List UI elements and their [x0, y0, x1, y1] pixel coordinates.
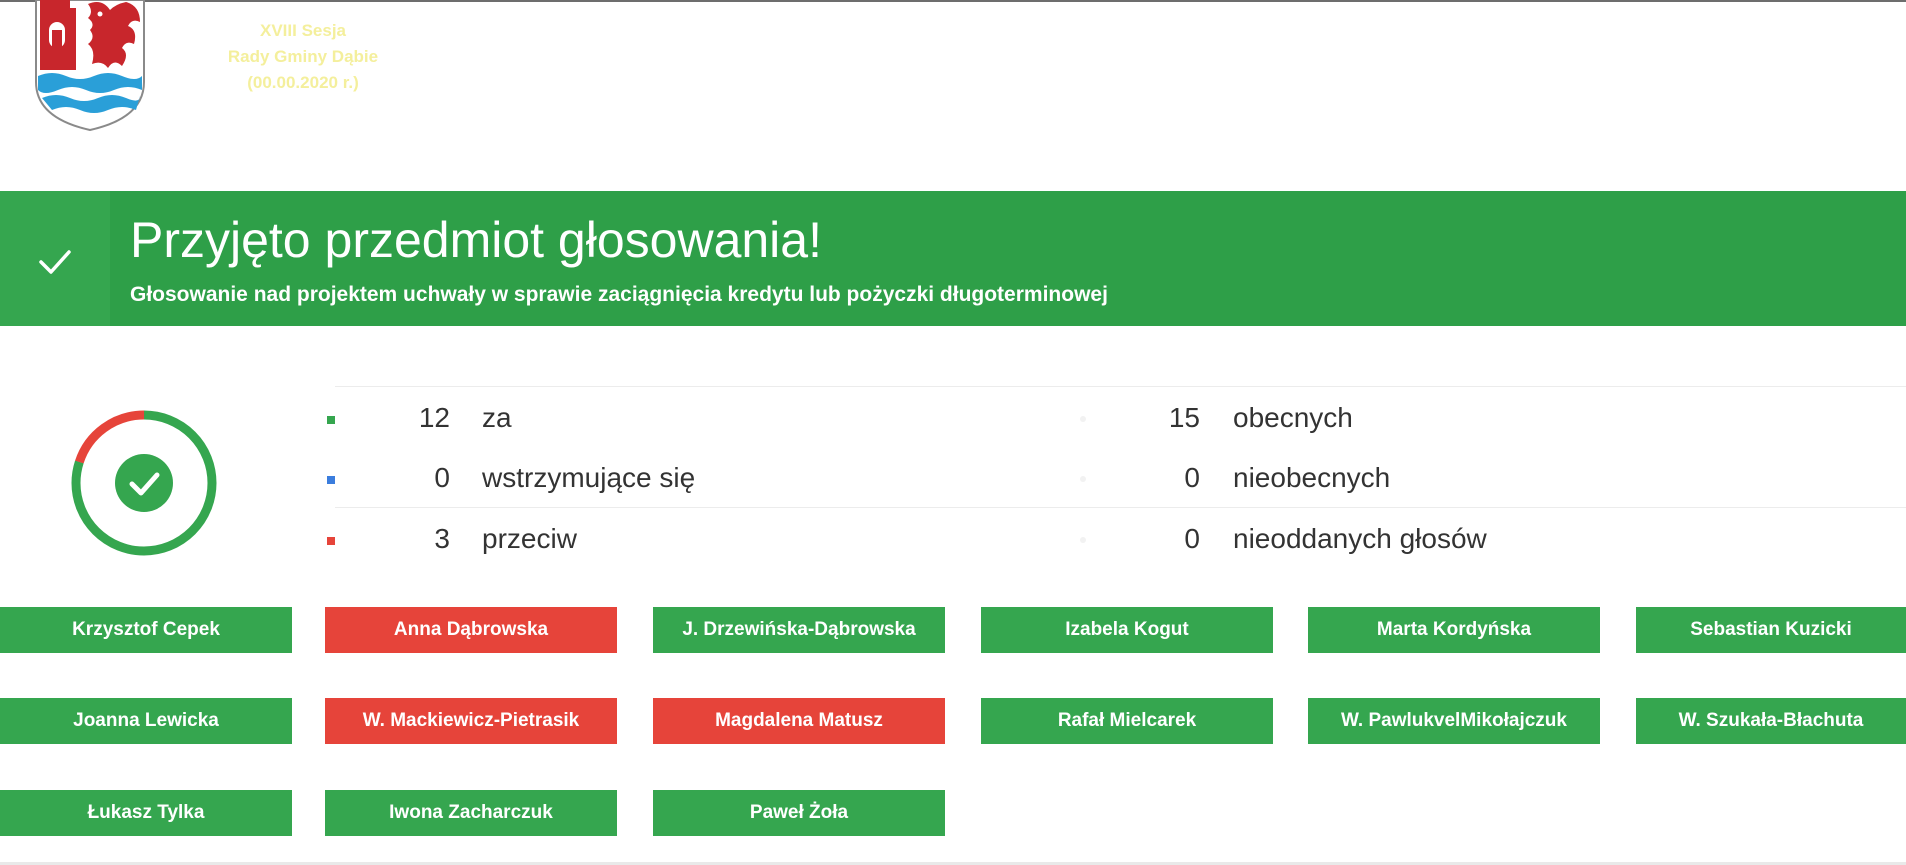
- member-tile: Rafał Mielcarek: [981, 698, 1273, 744]
- session-line: (00.00.2020 r.): [247, 73, 359, 92]
- stat-count-right: 0: [1184, 462, 1200, 493]
- stat-count-right: 0: [1184, 523, 1200, 554]
- member-tile: Sebastian Kuzicki: [1636, 607, 1906, 653]
- member-tile: Łukasz Tylka: [0, 790, 292, 836]
- stat-label-right: obecnych: [1233, 402, 1353, 433]
- session-info: XVIII Sesja Rady Gminy Dąbie (00.00.2020…: [178, 18, 428, 96]
- stat-label: wstrzymujące się: [482, 462, 696, 493]
- member-tile: Anna Dąbrowska: [325, 607, 617, 653]
- coat-of-arms-icon: [35, 0, 145, 132]
- check-icon: [39, 250, 71, 274]
- session-line: XVIII Sesja: [260, 21, 346, 40]
- stat-count: 12: [418, 402, 450, 433]
- top-border: [0, 0, 1906, 2]
- member-tile: W. Szukała-Błachuta: [1636, 698, 1906, 744]
- stat-color-marker: [327, 537, 335, 545]
- stat-row-for: 12 za 15 obecnych: [0, 398, 1906, 438]
- stat-label: za: [482, 402, 512, 433]
- stat-color-marker: [327, 416, 335, 424]
- member-tile: Izabela Kogut: [981, 607, 1273, 653]
- stat-divider-dot: [1080, 416, 1086, 422]
- voting-result-screen: XVIII Sesja Rady Gminy Dąbie (00.00.2020…: [0, 0, 1906, 865]
- stat-label-right: nieobecnych: [1233, 462, 1391, 493]
- stat-divider-dot: [1080, 476, 1086, 482]
- member-tile: Krzysztof Cepek: [0, 607, 292, 653]
- member-tile: J. Drzewińska-Dąbrowska: [653, 607, 945, 653]
- member-tile: W. PawlukvelMikołajczuk: [1308, 698, 1600, 744]
- stat-count: 0: [434, 462, 450, 493]
- member-tile: W. Mackiewicz-Pietrasik: [325, 698, 617, 744]
- member-tile: Iwona Zacharczuk: [325, 790, 617, 836]
- stat-row-against: 3 przeciw 0 nieoddanych głosów: [0, 519, 1906, 559]
- stat-label-right: nieoddanych głosów: [1233, 523, 1487, 554]
- stat-color-marker: [327, 476, 335, 484]
- session-line: Rady Gminy Dąbie: [227, 47, 379, 66]
- stat-label: przeciw: [482, 523, 577, 554]
- stats-divider: [335, 507, 1906, 508]
- stat-count: 3: [434, 523, 450, 554]
- member-tile: Paweł Żoła: [653, 790, 945, 836]
- stat-row-abstain: 0 wstrzymujące się 0 nieobecnych: [0, 458, 1906, 498]
- member-tile: Joanna Lewicka: [0, 698, 292, 744]
- member-tile: Marta Kordyńska: [1308, 607, 1600, 653]
- result-title: Przyjęto przedmiot głosowania!: [130, 212, 822, 268]
- member-tile: Magdalena Matusz: [653, 698, 945, 744]
- stat-count-right: 15: [1168, 402, 1200, 433]
- stats-divider: [335, 386, 1906, 387]
- result-subtitle: Głosowanie nad projektem uchwały w spraw…: [130, 283, 1108, 306]
- stat-divider-dot: [1080, 537, 1086, 543]
